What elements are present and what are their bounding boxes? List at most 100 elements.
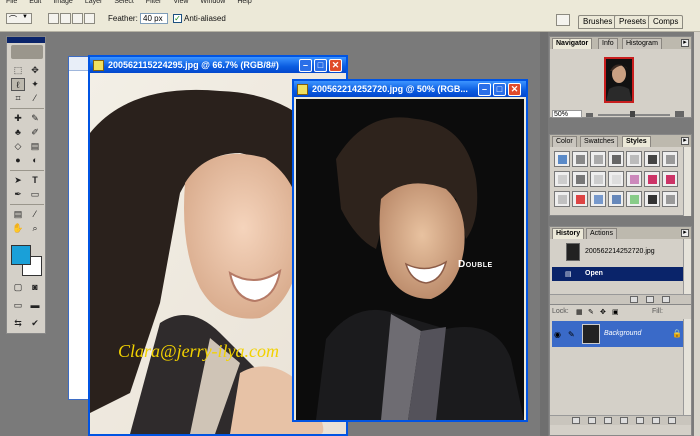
- delete-layer-icon[interactable]: [668, 417, 676, 424]
- move-tool-icon[interactable]: ✥: [28, 64, 42, 77]
- style-swatch[interactable]: [554, 191, 570, 207]
- tab-styles[interactable]: Styles: [622, 136, 651, 147]
- notes-tool-icon[interactable]: ▤: [11, 208, 25, 221]
- lock-transparent-icon[interactable]: ▦: [576, 308, 583, 316]
- dodge-tool-icon[interactable]: ◐: [28, 154, 42, 167]
- visibility-eye-icon[interactable]: ◉: [554, 330, 561, 339]
- new-document-from-state-icon[interactable]: [630, 296, 638, 303]
- adobe-logo-icon[interactable]: [11, 45, 43, 59]
- history-scrollbar[interactable]: [683, 239, 691, 294]
- subtract-from-selection-button[interactable]: [72, 13, 83, 24]
- style-swatch[interactable]: [662, 151, 678, 167]
- style-swatch[interactable]: [572, 191, 588, 207]
- crop-tool-icon[interactable]: ⌗: [11, 92, 25, 105]
- style-swatch[interactable]: [572, 171, 588, 187]
- tab-color[interactable]: Color: [552, 136, 577, 147]
- pen-tool-icon[interactable]: ✒: [11, 188, 25, 201]
- lasso-tool-icon[interactable]: ℓ: [11, 78, 25, 91]
- history-step-open[interactable]: ▤ Open: [552, 267, 683, 281]
- well-tab-presets[interactable]: Presets: [614, 15, 652, 29]
- new-snapshot-icon[interactable]: [646, 296, 654, 303]
- maximize-button[interactable]: □: [493, 83, 506, 96]
- panel-menu-icon[interactable]: ▸: [681, 137, 689, 145]
- antialias-checkbox[interactable]: ✓: [173, 14, 182, 23]
- adjustment-layer-icon[interactable]: [636, 417, 644, 424]
- brush-tool-icon[interactable]: ✎: [28, 112, 42, 125]
- document-window-2[interactable]: 200562214252720.jpg @ 50% (RGB... – □ ✕ …: [292, 79, 528, 422]
- new-layer-icon[interactable]: [652, 417, 660, 424]
- screen-mode-full-icon[interactable]: ▬: [28, 299, 42, 312]
- intersect-selection-button[interactable]: [84, 13, 95, 24]
- style-swatch[interactable]: [644, 171, 660, 187]
- zoom-slider-handle[interactable]: [630, 111, 635, 117]
- type-tool-icon[interactable]: T: [28, 174, 42, 187]
- style-swatch[interactable]: [608, 171, 624, 187]
- clone-stamp-tool-icon[interactable]: ♣: [11, 126, 25, 139]
- new-selection-button[interactable]: [48, 13, 59, 24]
- zoom-out-icon[interactable]: [586, 113, 593, 117]
- path-selection-tool-icon[interactable]: ➤: [11, 174, 25, 187]
- standard-mode-icon[interactable]: ▢: [11, 281, 25, 294]
- quick-mask-mode-icon[interactable]: ◙: [28, 281, 42, 294]
- style-swatch[interactable]: [662, 171, 678, 187]
- delete-state-icon[interactable]: [662, 296, 670, 303]
- history-snapshot[interactable]: 200562214252720.jpg: [552, 243, 683, 263]
- screen-mode-standard-icon[interactable]: ▭: [11, 299, 25, 312]
- tab-info[interactable]: Info: [598, 38, 618, 49]
- document-2-canvas[interactable]: Double: [296, 99, 524, 420]
- style-swatch[interactable]: [626, 171, 642, 187]
- well-tab-comps[interactable]: Comps: [648, 15, 684, 29]
- tool-preset-picker[interactable]: ⌒ ▼: [6, 13, 32, 24]
- layers-scrollbar[interactable]: [683, 319, 691, 415]
- style-swatch[interactable]: [644, 191, 660, 207]
- history-brush-tool-icon[interactable]: ✐: [28, 126, 42, 139]
- panel-menu-icon[interactable]: ▸: [681, 39, 689, 47]
- marquee-tool-icon[interactable]: ⬚: [11, 64, 25, 77]
- style-swatch[interactable]: [662, 191, 678, 207]
- blur-tool-icon[interactable]: ●: [11, 154, 25, 167]
- style-swatch[interactable]: [590, 191, 606, 207]
- style-swatch[interactable]: [590, 151, 606, 167]
- panel-menu-icon[interactable]: ▸: [681, 229, 689, 237]
- file-browser-button[interactable]: [556, 14, 570, 26]
- lock-image-icon[interactable]: ✎: [588, 308, 594, 316]
- layer-mask-icon[interactable]: [604, 417, 612, 424]
- eyedropper-tool-icon[interactable]: ⁄: [28, 208, 42, 221]
- style-swatch[interactable]: [608, 151, 624, 167]
- shape-tool-icon[interactable]: ▭: [28, 188, 42, 201]
- style-swatch[interactable]: [644, 151, 660, 167]
- style-swatch[interactable]: [626, 151, 642, 167]
- style-swatch[interactable]: [626, 191, 642, 207]
- add-to-selection-button[interactable]: [60, 13, 71, 24]
- layer-row-background[interactable]: ◉ ✎ Background 🔒: [552, 321, 683, 347]
- lock-all-icon[interactable]: ▣: [612, 308, 619, 316]
- brush-link-icon[interactable]: ✎: [568, 330, 575, 339]
- minimize-button[interactable]: –: [299, 59, 312, 72]
- tab-history[interactable]: History: [552, 228, 585, 239]
- layer-style-icon[interactable]: [588, 417, 596, 424]
- close-button[interactable]: ✕: [508, 83, 521, 96]
- styles-scrollbar[interactable]: [683, 147, 691, 216]
- tab-actions[interactable]: Actions: [586, 228, 617, 239]
- lock-position-icon[interactable]: ✥: [600, 308, 606, 316]
- slice-tool-icon[interactable]: ⁄: [28, 92, 42, 105]
- tab-swatches[interactable]: Swatches: [580, 136, 619, 147]
- gradient-tool-icon[interactable]: ▤: [28, 140, 42, 153]
- navigator-thumbnail[interactable]: [604, 57, 634, 103]
- style-swatch[interactable]: [572, 151, 588, 167]
- feather-input[interactable]: 40 px: [140, 13, 168, 24]
- toolbox-grip[interactable]: [7, 37, 45, 43]
- zoom-in-icon[interactable]: [675, 111, 684, 117]
- maximize-button[interactable]: □: [314, 59, 327, 72]
- style-swatch[interactable]: [608, 191, 624, 207]
- eraser-tool-icon[interactable]: ◇: [11, 140, 25, 153]
- jump-to-imageready-icon[interactable]: ⇆: [11, 317, 25, 330]
- tab-navigator[interactable]: Navigator: [552, 38, 593, 49]
- hand-tool-icon[interactable]: ✋: [11, 222, 25, 235]
- style-swatch[interactable]: [590, 171, 606, 187]
- minimize-button[interactable]: –: [478, 83, 491, 96]
- well-tab-brushes[interactable]: Brushes: [578, 15, 618, 29]
- imageready-icon[interactable]: ✔: [28, 317, 42, 330]
- magic-wand-tool-icon[interactable]: ✦: [28, 78, 42, 91]
- zoom-field[interactable]: 50%: [552, 110, 582, 118]
